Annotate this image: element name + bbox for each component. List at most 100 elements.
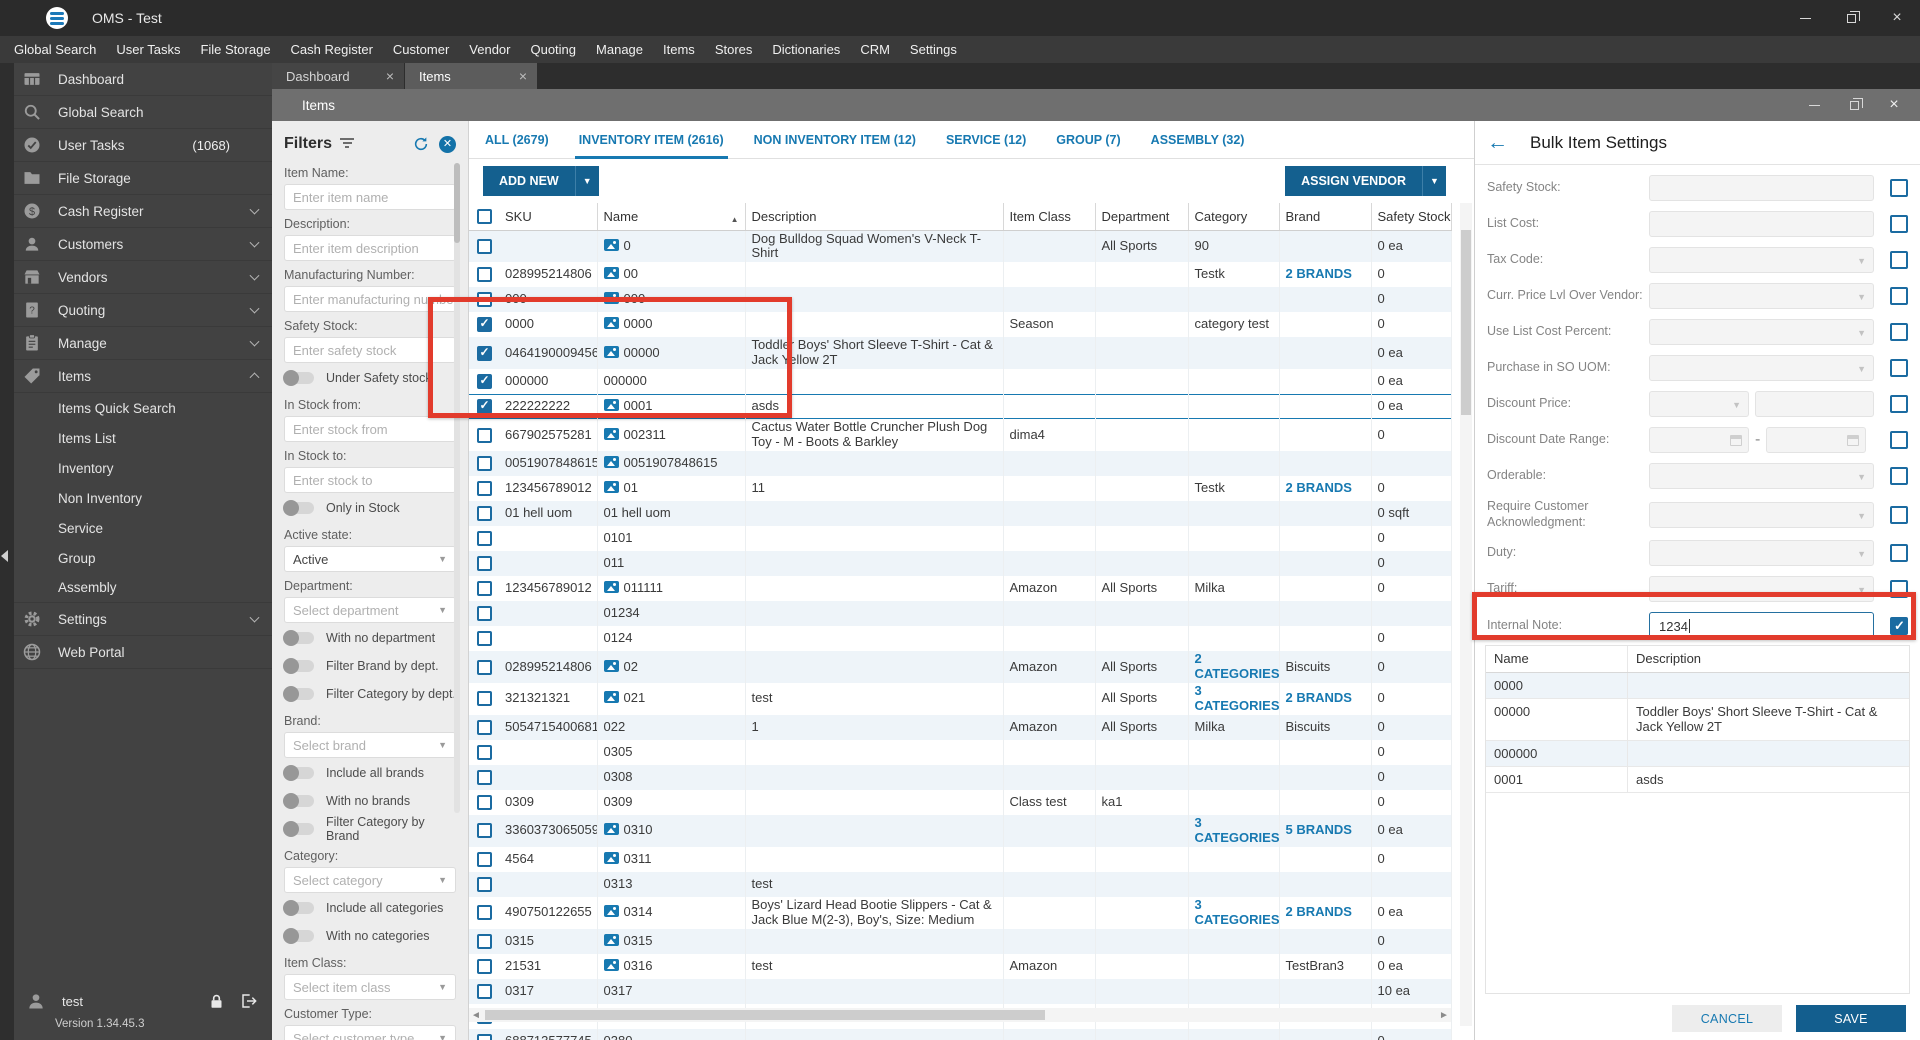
- row-checkbox[interactable]: [476, 851, 492, 867]
- row-checkbox[interactable]: [476, 581, 492, 597]
- bulk-select-tariff[interactable]: ▼: [1649, 576, 1874, 603]
- items-minimize-button[interactable]: [1794, 89, 1834, 121]
- toggle-switch[interactable]: [283, 630, 314, 646]
- filter-input-in-stock-from[interactable]: Enter stock from: [284, 416, 456, 442]
- tab-dashboard[interactable]: Dashboard ×: [272, 63, 404, 89]
- sidebar-item-web-portal[interactable]: Web Portal: [14, 636, 272, 669]
- table-row[interactable]: 0124 0: [469, 626, 1452, 652]
- row-checkbox[interactable]: [476, 456, 492, 472]
- column-header-safety-stock[interactable]: Safety Stock: [1371, 203, 1452, 231]
- row-checkbox[interactable]: [476, 631, 492, 647]
- brands-link[interactable]: 2 BRANDS: [1286, 480, 1352, 495]
- table-row[interactable]: 028995214806 00 Testk 2 BRANDS 0: [469, 262, 1452, 288]
- menu-item-dictionaries[interactable]: Dictionaries: [762, 36, 850, 63]
- table-row[interactable]: 0305 0: [469, 739, 1452, 765]
- table-row[interactable]: 0308 0: [469, 764, 1452, 790]
- select-all-checkbox[interactable]: [476, 208, 492, 224]
- brands-link[interactable]: 2 BRANDS: [1286, 266, 1352, 281]
- table-row[interactable]: 5054715400681 022 1 Amazon All Sports Milka Bi…: [469, 714, 1452, 740]
- bulk-select-purchase-in-so-uom[interactable]: ▼: [1649, 355, 1874, 381]
- filter-input-description[interactable]: Enter item description: [284, 235, 456, 261]
- sidebar-item-customers[interactable]: Customers: [14, 228, 272, 261]
- bulk-date-to[interactable]: [1766, 427, 1867, 453]
- close-filters-icon[interactable]: ✕: [439, 135, 456, 153]
- categories-link[interactable]: 2 CATEGORIES: [1195, 651, 1279, 681]
- table-vertical-scrollbar[interactable]: [1460, 203, 1472, 1026]
- bulk-date-from[interactable]: [1649, 427, 1749, 453]
- close-button[interactable]: ×: [1874, 0, 1920, 36]
- menu-item-user-tasks[interactable]: User Tasks: [106, 36, 190, 63]
- item-type-tab-group[interactable]: GROUP (7): [1056, 121, 1120, 159]
- row-checkbox[interactable]: [476, 606, 492, 622]
- column-header-department[interactable]: Department: [1095, 203, 1189, 231]
- table-row[interactable]: 21531 0316 test Amazon TestBran3 0 ea: [469, 953, 1452, 979]
- toggle-switch[interactable]: [283, 821, 314, 837]
- table-row[interactable]: 0051907848615 0051907848615: [469, 451, 1452, 477]
- menu-item-items[interactable]: Items: [653, 36, 705, 63]
- sidebar-item-service[interactable]: Service: [14, 513, 272, 543]
- bulk-select-duty[interactable]: ▼: [1649, 540, 1874, 567]
- menu-item-global-search[interactable]: Global Search: [4, 36, 106, 63]
- bulk-apply-checkbox[interactable]: [1890, 395, 1908, 413]
- brands-link[interactable]: 5 BRANDS: [1286, 822, 1352, 837]
- table-row[interactable]: 6887135777450380 0: [469, 1028, 1452, 1040]
- filter-select-department[interactable]: Select department ▼: [284, 597, 456, 623]
- bulk-select-curr-price-lvl-over-vendor[interactable]: ▼: [1649, 283, 1874, 309]
- row-checkbox[interactable]: [476, 531, 492, 547]
- item-type-tab-assembly[interactable]: ASSEMBLY (32): [1151, 121, 1245, 159]
- scroll-left-icon[interactable]: ◄: [469, 1010, 483, 1021]
- filter-input-manufacturing-number[interactable]: Enter manufacturing number: [284, 286, 456, 312]
- bulk-apply-checkbox-checked[interactable]: [1890, 617, 1908, 636]
- tab-items[interactable]: Items ×: [405, 63, 537, 89]
- item-type-tab-inventory-item[interactable]: INVENTORY ITEM (2616): [574, 121, 728, 159]
- menu-item-crm[interactable]: CRM: [850, 36, 900, 63]
- table-row[interactable]: 0101 0: [469, 526, 1452, 552]
- brands-link[interactable]: 2 BRANDS: [1286, 904, 1352, 919]
- bulk-apply-checkbox[interactable]: [1890, 359, 1908, 377]
- row-checkbox[interactable]: [476, 345, 492, 361]
- bulk-apply-checkbox[interactable]: [1890, 251, 1908, 269]
- collapse-arrow-icon[interactable]: [1, 550, 8, 562]
- bulk-apply-checkbox[interactable]: [1890, 544, 1908, 563]
- table-row[interactable]: 011 0: [469, 551, 1452, 577]
- sidebar-item-items-list[interactable]: Items List: [14, 423, 272, 453]
- table-row[interactable]: 321321321 021 test All Sports 3 CATEGORIES 2 …: [469, 683, 1452, 715]
- sidebar-item-user-tasks[interactable]: User Tasks (1068): [14, 129, 272, 162]
- table-row[interactable]: 667902575281 002311 Cactus Water Bottle Cr…: [469, 419, 1452, 452]
- menu-item-manage[interactable]: Manage: [586, 36, 653, 63]
- minimize-button[interactable]: [1782, 0, 1828, 36]
- table-row[interactable]: 000000000000 0 ea: [469, 369, 1452, 395]
- sidebar-item-manage[interactable]: Manage: [14, 327, 272, 360]
- maximize-button[interactable]: [1828, 0, 1874, 36]
- item-type-tab-service[interactable]: SERVICE (12): [946, 121, 1026, 159]
- bulk-select-orderable[interactable]: ▼: [1649, 463, 1874, 489]
- bulk-apply-checkbox[interactable]: [1890, 287, 1908, 305]
- row-checkbox[interactable]: [476, 769, 492, 785]
- toggle-switch[interactable]: [283, 500, 314, 516]
- row-checkbox[interactable]: [476, 317, 492, 333]
- toggle-switch[interactable]: [283, 765, 314, 781]
- bulk-table-row[interactable]: 000000: [1486, 740, 1909, 767]
- bulk-table-row[interactable]: 0000: [1486, 672, 1909, 699]
- menu-item-cash-register[interactable]: Cash Register: [281, 36, 383, 63]
- table-row[interactable]: 3360373065059 0310 3 CATEGORIES 5 BRANDS 0 e…: [469, 814, 1452, 847]
- assign-vendor-dropdown-button[interactable]: ▼: [1422, 166, 1446, 196]
- column-header-category[interactable]: Category: [1188, 203, 1280, 231]
- toggle-switch[interactable]: [283, 900, 314, 916]
- sidebar-item-global-search[interactable]: Global Search: [14, 96, 272, 129]
- sidebar-item-file-storage[interactable]: File Storage: [14, 162, 272, 195]
- table-row[interactable]: 0 Dog Bulldog Squad Women's V-Neck T-Shir…: [469, 230, 1452, 263]
- bulk-apply-checkbox[interactable]: [1890, 323, 1908, 341]
- bulk-apply-checkbox[interactable]: [1890, 215, 1908, 233]
- table-row[interactable]: 2222222220001asds 0 ea: [469, 394, 1452, 420]
- row-checkbox[interactable]: [476, 691, 492, 707]
- filter-select-active-state[interactable]: Active ▼: [284, 546, 456, 572]
- table-horizontal-scrollbar[interactable]: ◄ ►: [469, 1008, 1451, 1022]
- table-row[interactable]: 490750122655 0314 Boys' Lizard Head Bootie…: [469, 896, 1452, 929]
- row-checkbox[interactable]: [476, 238, 492, 254]
- table-row[interactable]: 00000000 Season category test 0: [469, 312, 1452, 338]
- sidebar-item-quoting[interactable]: ? Quoting: [14, 294, 272, 327]
- bulk-input-safety-stock[interactable]: [1649, 175, 1874, 201]
- table-row[interactable]: 000 000 0: [469, 287, 1452, 313]
- row-checkbox[interactable]: [476, 506, 492, 522]
